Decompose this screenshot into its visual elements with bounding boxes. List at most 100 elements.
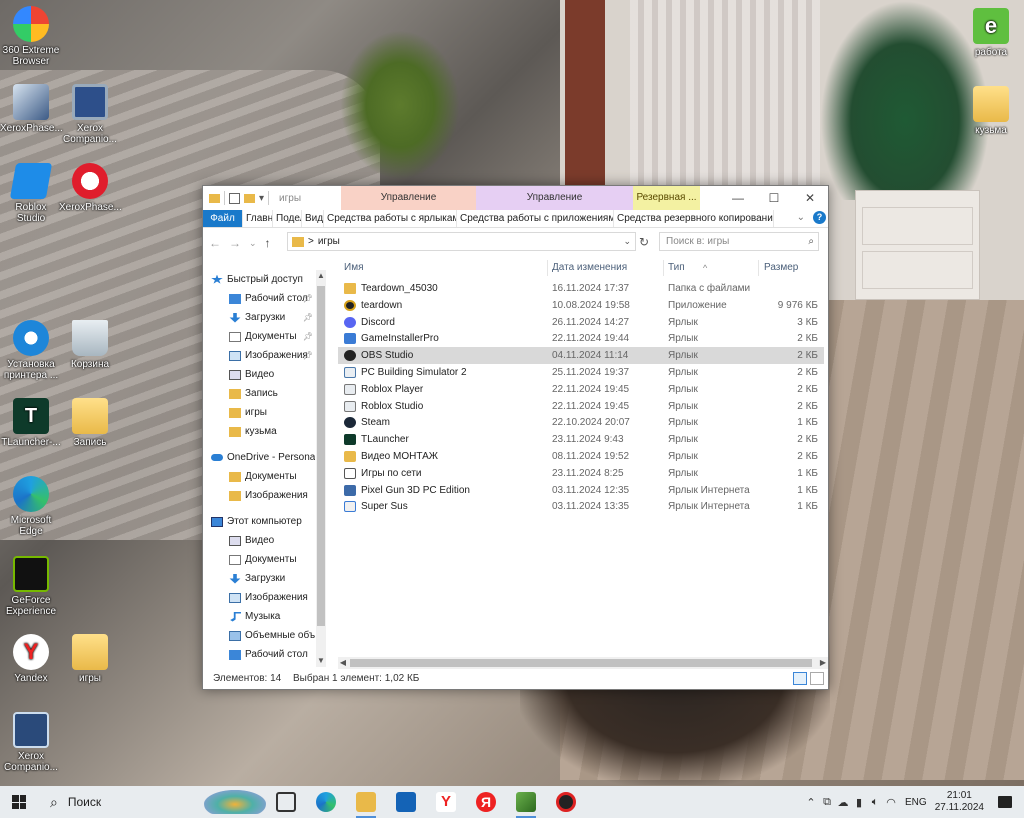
taskbar-search[interactable]: ⌕ Поиск <box>38 786 266 818</box>
scroll-thumb[interactable] <box>350 659 812 667</box>
scroll-left-icon[interactable]: ◀ <box>338 657 348 669</box>
taskbar-minecraft[interactable] <box>506 786 546 818</box>
horizontal-scrollbar[interactable]: ◀ ▶ <box>338 657 828 669</box>
nav-item[interactable]: кузьма <box>203 422 315 441</box>
taskbar-yandex[interactable]: Я <box>466 786 506 818</box>
close-button[interactable]: ✕ <box>792 186 828 210</box>
maximize-button[interactable]: ☐ <box>756 186 792 210</box>
file-row[interactable]: Игры по сети 23.11.2024 8:25 Ярлык 1 КБ <box>338 465 824 482</box>
start-button[interactable] <box>0 786 38 818</box>
desktop-icon-roblox-studio[interactable]: Roblox Studio <box>0 163 62 224</box>
nav-item[interactable]: Загрузки 📌︎ <box>203 308 315 327</box>
nav-item[interactable]: Видео <box>203 365 315 384</box>
scroll-down-icon[interactable]: ▼ <box>316 655 326 667</box>
desktop-icon-geforce[interactable]: GeForce Experience <box>0 556 62 617</box>
chevron-down-icon[interactable]: ▾ <box>259 193 264 204</box>
chevron-up-icon[interactable]: ⌃ <box>803 796 819 809</box>
file-row[interactable]: TLauncher 23.11.2024 9:43 Ярлык 2 КБ <box>338 431 824 448</box>
language-indicator[interactable]: ENG <box>905 797 927 808</box>
new-folder-icon[interactable] <box>244 193 255 203</box>
nav-item[interactable]: Рабочий стол <box>203 645 315 664</box>
column-type[interactable]: Тип <box>668 260 685 276</box>
taskbar-outlook[interactable] <box>386 786 426 818</box>
tab-view[interactable]: Вид <box>302 210 324 227</box>
file-row[interactable]: Teardown_45030 16.11.2024 17:37 Папка с фа… <box>338 280 824 297</box>
network-adapter-icon[interactable]: ⧉ <box>819 796 835 809</box>
tab-file[interactable]: Файл <box>203 210 243 227</box>
nav-item[interactable]: Документы <box>203 550 315 569</box>
title-bar[interactable]: ▾ игры Управление Управление Резервная .… <box>203 186 828 210</box>
nav-scrollbar[interactable]: ▲ ▼ <box>316 270 326 667</box>
nav-item[interactable]: Документы <box>203 467 315 486</box>
desktop-icon-xerox-companion-1[interactable]: Xerox Companio... <box>59 84 121 145</box>
tab-shortcut-tools[interactable]: Средства работы с ярлыками <box>324 210 457 227</box>
nav-item[interactable]: Музыка <box>203 607 315 626</box>
desktop-icon-yandex[interactable]: Y Yandex <box>0 634 62 684</box>
search-input[interactable]: Поиск в: игры ⌕ <box>659 232 819 251</box>
microphone-icon[interactable]: ▮ <box>851 796 867 809</box>
scroll-up-icon[interactable]: ▲ <box>316 270 326 282</box>
nav-item[interactable]: Загрузки <box>203 569 315 588</box>
tab-share[interactable]: Поделиться <box>273 210 302 227</box>
onedrive-icon[interactable]: ☁ <box>835 796 851 809</box>
scroll-thumb[interactable] <box>317 286 325 626</box>
desktop-icon-kuzma[interactable]: кузьма <box>960 86 1022 136</box>
file-row[interactable]: Pixel Gun 3D PC Edition 03.11.2024 12:35 Я… <box>338 482 824 499</box>
nav-item[interactable]: Рабочий стол 📌︎ <box>203 289 315 308</box>
nav-item[interactable]: OneDrive - Personal <box>203 448 315 467</box>
desktop-icon-xerox-phaser-2[interactable]: XeroxPhase... <box>59 163 122 213</box>
refresh-icon[interactable]: ↻ <box>639 235 649 249</box>
taskbar-yandex-browser[interactable]: Y <box>426 786 466 818</box>
file-row[interactable]: Discord 26.11.2024 14:27 Ярлык 3 КБ <box>338 314 824 331</box>
large-icons-view-icon[interactable] <box>810 672 824 685</box>
file-row[interactable]: Roblox Studio 22.11.2024 19:45 Ярлык 2 КБ <box>338 398 824 415</box>
desktop-icon-edge[interactable]: Microsoft Edge <box>0 476 62 537</box>
wifi-icon[interactable]: ◠ <box>883 796 899 809</box>
file-row[interactable]: GameInstallerPro 22.11.2024 19:44 Ярлык 2 К… <box>338 330 824 347</box>
desktop-icon-recycle-bin[interactable]: Корзина <box>59 320 121 370</box>
help-icon[interactable]: ? <box>813 211 826 224</box>
file-row[interactable]: Super Sus 03.11.2024 13:35 Ярлык Интернета… <box>338 498 824 515</box>
explorer-window[interactable]: ▾ игры Управление Управление Резервная .… <box>202 185 829 690</box>
nav-item[interactable]: Изображения 📌︎ <box>203 346 315 365</box>
desktop-icon-igry[interactable]: игры <box>59 634 121 684</box>
properties-icon[interactable] <box>229 192 240 204</box>
notifications-icon[interactable] <box>998 796 1012 808</box>
taskbar-edge[interactable] <box>306 786 346 818</box>
desktop-icon-xerox-phaser-1[interactable]: XeroxPhase... <box>0 84 63 134</box>
desktop-icon-printer-setup[interactable]: Установка принтера ... <box>0 320 62 381</box>
desktop-icon-zapis[interactable]: Запись <box>59 398 121 448</box>
file-row[interactable]: PC Building Simulator 2 25.11.2024 19:37 Я… <box>338 364 824 381</box>
chevron-down-icon[interactable]: ⌄ <box>623 236 631 247</box>
nav-item[interactable]: Этот компьютер <box>203 512 315 531</box>
details-view-icon[interactable] <box>793 672 807 685</box>
folder-icon[interactable] <box>209 193 220 203</box>
column-date[interactable]: Дата изменения <box>552 260 627 276</box>
back-icon[interactable]: ← <box>209 236 221 250</box>
nav-item[interactable]: Изображения <box>203 486 315 505</box>
address-bar[interactable]: > игры ⌄ <box>287 232 636 251</box>
tab-home[interactable]: Главная <box>243 210 273 227</box>
nav-item[interactable]: Объемные объекты <box>203 626 315 645</box>
tab-app-tools[interactable]: Средства работы с приложениями <box>457 210 614 227</box>
clock[interactable]: 21:01 27.11.2024 <box>935 790 984 814</box>
file-row[interactable]: Steam 22.10.2024 20:07 Ярлык 1 КБ <box>338 414 824 431</box>
column-name[interactable]: Имя <box>344 260 363 276</box>
nav-item[interactable]: игры <box>203 403 315 422</box>
expand-ribbon-icon[interactable]: ⌄ <box>797 212 805 223</box>
desktop-icon-rabota[interactable]: e работа <box>960 8 1022 58</box>
file-row[interactable]: teardown 10.08.2024 19:58 Приложение 9 976 … <box>338 297 824 314</box>
recent-chevron-icon[interactable]: ⌄ <box>249 238 257 249</box>
speaker-icon[interactable]: 🔈︎ <box>867 796 883 809</box>
file-row[interactable]: OBS Studio 04.11.2024 11:14 Ярлык 2 КБ <box>338 347 824 365</box>
taskbar-roblox[interactable] <box>546 786 586 818</box>
scroll-right-icon[interactable]: ▶ <box>818 657 828 669</box>
desktop-icon-360-browser[interactable]: 360 Extreme Browser <box>0 6 62 67</box>
taskbar-file-explorer[interactable] <box>346 786 386 818</box>
nav-item[interactable]: Быстрый доступ <box>203 270 315 289</box>
forward-icon[interactable]: → <box>229 236 241 250</box>
nav-item[interactable]: Запись <box>203 384 315 403</box>
file-row[interactable]: Видео МОНТАЖ 08.11.2024 19:52 Ярлык 2 КБ <box>338 448 824 465</box>
nav-item[interactable]: Видео <box>203 531 315 550</box>
taskbar-task-view[interactable] <box>266 786 306 818</box>
